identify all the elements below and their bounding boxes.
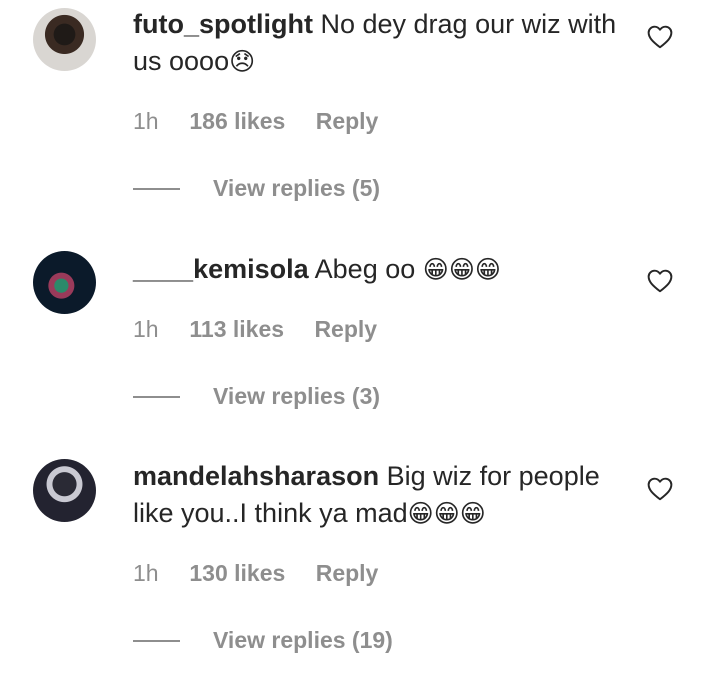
heart-icon[interactable] [647, 477, 673, 501]
likes-count[interactable]: 186 likes [189, 107, 285, 135]
comment-body: mandelahsharason Big wiz for people like… [133, 458, 633, 532]
comment-username[interactable]: futo_spotlight [133, 9, 313, 39]
avatar[interactable] [33, 8, 96, 71]
reply-button[interactable]: Reply [316, 560, 379, 586]
heart-icon[interactable] [647, 25, 673, 49]
comment-body: ____kemisola Abeg oo 😁😁😁 [133, 251, 633, 288]
comment-text: Abeg oo [314, 254, 416, 284]
reply-button[interactable]: Reply [316, 108, 379, 134]
comment-emoji: 😁😁😁 [422, 255, 501, 284]
comment-meta: 1h 130 likes Reply [133, 559, 378, 587]
replies-divider [133, 640, 180, 642]
comment-meta: 1h 186 likes Reply [133, 107, 378, 135]
comment-emoji: 😞 [229, 47, 256, 76]
view-replies-button[interactable]: View replies (5) [213, 174, 380, 202]
view-replies-button[interactable]: View replies (19) [213, 626, 393, 654]
reply-button[interactable]: Reply [314, 316, 377, 342]
comment-emoji: 😁😁😁 [407, 499, 486, 528]
replies-divider [133, 396, 180, 398]
comment-username[interactable]: ____kemisola [133, 254, 309, 284]
comment-time: 1h [133, 316, 159, 342]
avatar[interactable] [33, 251, 96, 314]
view-replies-button[interactable]: View replies (3) [213, 382, 380, 410]
replies-divider [133, 188, 180, 190]
likes-count[interactable]: 130 likes [189, 559, 285, 587]
comment-body: futo_spotlight No dey drag our wiz with … [133, 6, 633, 80]
comment-username[interactable]: mandelahsharason [133, 461, 379, 491]
heart-icon[interactable] [647, 269, 673, 293]
likes-count[interactable]: 113 likes [189, 315, 284, 343]
comment-time: 1h [133, 560, 159, 586]
comment-meta: 1h 113 likes Reply [133, 315, 377, 343]
avatar[interactable] [33, 459, 96, 522]
comment-time: 1h [133, 108, 159, 134]
